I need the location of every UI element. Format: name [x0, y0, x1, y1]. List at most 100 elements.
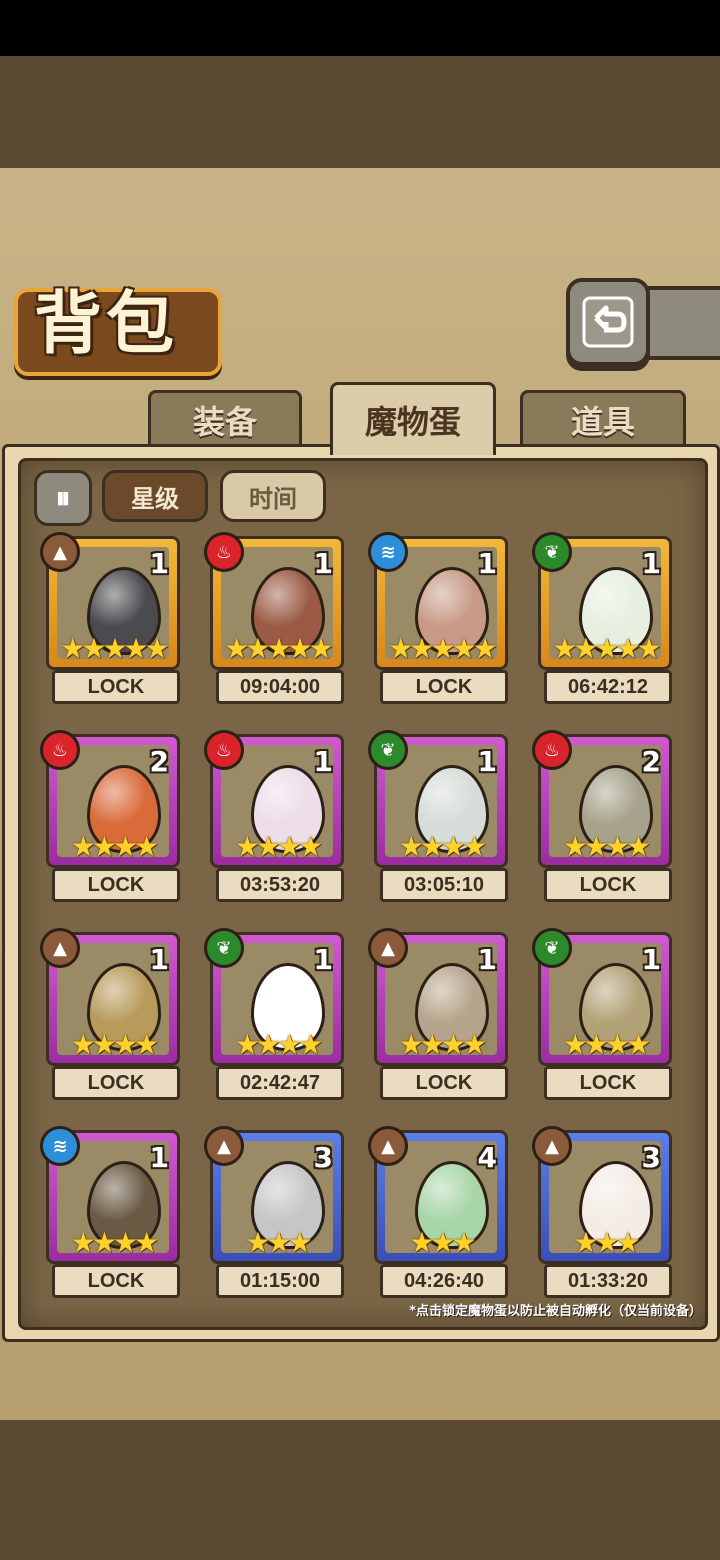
egg-card[interactable]: 1 ▲ ★★★★★ LOCK [40, 532, 180, 704]
egg-star-rating: ★★★ [245, 1226, 312, 1259]
egg-status-text: LOCK [415, 675, 473, 698]
leaf-icon: ❦ [368, 730, 408, 770]
egg-lock-or-timer[interactable]: LOCK [52, 1066, 180, 1100]
egg-star-rating: ★★★★ [70, 1226, 159, 1259]
egg-status-text: LOCK [579, 873, 637, 896]
egg-card[interactable]: 1 ❦ ★★★★★ 06:42:12 [532, 532, 672, 704]
egg-status-text: 04:26:40 [403, 1269, 485, 1292]
egg-count: 1 [149, 943, 169, 976]
egg-card[interactable]: 1 ❦ ★★★★ LOCK [532, 928, 672, 1100]
egg-star-rating: ★★★★ [562, 1028, 651, 1061]
sort-chip-time-label: 时间 [249, 484, 297, 513]
egg-lock-or-timer[interactable]: LOCK [380, 1066, 508, 1100]
egg-lock-or-timer[interactable]: LOCK [544, 1066, 672, 1100]
mountain-icon: ▲ [368, 928, 408, 968]
egg-status-text: LOCK [87, 1269, 145, 1292]
egg-lock-or-timer[interactable]: LOCK [52, 670, 180, 704]
egg-lock-or-timer[interactable]: 02:42:47 [216, 1066, 344, 1100]
mountain-icon: ▲ [40, 928, 80, 968]
egg-count: 2 [149, 745, 169, 778]
mountain-icon: ▲ [368, 1126, 408, 1166]
egg-card[interactable]: 1 ❦ ★★★★ 02:42:47 [204, 928, 344, 1100]
egg-lock-or-timer[interactable]: 09:04:00 [216, 670, 344, 704]
egg-card[interactable]: 4 ▲ ★★★ 04:26:40 [368, 1126, 508, 1298]
egg-count: 4 [477, 1141, 497, 1174]
sort-toggle-icon: ⏸ [55, 480, 71, 516]
leaf-icon: ❦ [532, 532, 572, 572]
egg-status-text: 03:05:10 [403, 873, 485, 896]
egg-star-rating: ★★★★ [398, 830, 487, 863]
sort-order-toggle[interactable]: ⏸ [34, 470, 92, 526]
egg-lock-or-timer[interactable]: LOCK [544, 868, 672, 902]
egg-lock-or-timer[interactable]: 03:05:10 [380, 868, 508, 902]
egg-lock-or-timer[interactable]: 06:42:12 [544, 670, 672, 704]
egg-star-rating: ★★★★★ [60, 632, 170, 665]
egg-card[interactable]: 1 ♨ ★★★★ 03:53:20 [204, 730, 344, 902]
egg-count: 1 [477, 547, 497, 580]
egg-star-rating: ★★★★★ [224, 632, 334, 665]
sort-chip-stars[interactable]: 星级 [102, 470, 208, 522]
tab-items[interactable]: 道具 [520, 390, 686, 447]
tab-equipment-label: 装备 [192, 403, 257, 441]
egg-lock-or-timer[interactable]: LOCK [52, 1264, 180, 1298]
wave-icon: ≋ [40, 1126, 80, 1166]
egg-status-text: LOCK [87, 1071, 145, 1094]
egg-star-rating: ★★★ [573, 1226, 640, 1259]
flame-icon: ♨ [40, 730, 80, 770]
egg-status-text: LOCK [87, 873, 145, 896]
egg-star-rating: ★★★★★ [552, 632, 662, 665]
egg-card[interactable]: 1 ▲ ★★★★ LOCK [368, 928, 508, 1100]
egg-status-text: 01:33:20 [567, 1269, 649, 1292]
sort-chip-time[interactable]: 时间 [220, 470, 326, 522]
egg-lock-or-timer[interactable]: LOCK [380, 670, 508, 704]
egg-status-text: 06:42:12 [567, 675, 649, 698]
egg-star-rating: ★★★★ [234, 830, 323, 863]
egg-count: 1 [313, 745, 333, 778]
egg-count: 1 [477, 745, 497, 778]
egg-count: 2 [641, 745, 661, 778]
egg-card[interactable]: 3 ▲ ★★★ 01:15:00 [204, 1126, 344, 1298]
egg-star-rating: ★★★★ [234, 1028, 323, 1061]
mountain-icon: ▲ [532, 1126, 572, 1166]
egg-count: 1 [313, 547, 333, 580]
egg-count: 1 [641, 943, 661, 976]
egg-star-rating: ★★★ [409, 1226, 476, 1259]
egg-count: 1 [149, 1141, 169, 1174]
egg-card[interactable]: 1 ▲ ★★★★ LOCK [40, 928, 180, 1100]
egg-lock-or-timer[interactable]: 04:26:40 [380, 1264, 508, 1298]
egg-status-text: LOCK [579, 1071, 637, 1094]
egg-card[interactable]: 1 ≋ ★★★★ LOCK [40, 1126, 180, 1298]
egg-card[interactable]: 3 ▲ ★★★ 01:33:20 [532, 1126, 672, 1298]
sort-chip-stars-label: 星级 [131, 484, 179, 513]
egg-card[interactable]: 2 ♨ ★★★★ LOCK [40, 730, 180, 902]
egg-card[interactable]: 1 ♨ ★★★★★ 09:04:00 [204, 532, 344, 704]
egg-status-text: 09:04:00 [239, 675, 321, 698]
tab-monster-eggs[interactable]: 魔物蛋 [330, 382, 496, 455]
flame-icon: ♨ [532, 730, 572, 770]
egg-lock-or-timer[interactable]: 03:53:20 [216, 868, 344, 902]
egg-star-rating: ★★★★★ [388, 632, 498, 665]
egg-star-rating: ★★★★ [70, 830, 159, 863]
egg-lock-or-timer[interactable]: 01:15:00 [216, 1264, 344, 1298]
status-bar [0, 0, 720, 56]
leaf-icon: ❦ [532, 928, 572, 968]
tab-items-label: 道具 [570, 403, 635, 441]
tab-equipment[interactable]: 装备 [148, 390, 302, 447]
mountain-icon: ▲ [204, 1126, 244, 1166]
egg-lock-or-timer[interactable]: 01:33:20 [544, 1264, 672, 1298]
egg-lock-or-timer[interactable]: LOCK [52, 868, 180, 902]
parchment-lower-band [0, 1340, 720, 1420]
egg-count: 1 [313, 943, 333, 976]
leaf-icon: ❦ [204, 928, 244, 968]
egg-star-rating: ★★★★ [398, 1028, 487, 1061]
back-button-tail [640, 286, 720, 360]
egg-card[interactable]: 1 ❦ ★★★★ 03:05:10 [368, 730, 508, 902]
egg-count: 3 [641, 1141, 661, 1174]
back-button[interactable] [566, 278, 650, 366]
flame-icon: ♨ [204, 730, 244, 770]
lock-hint-footnote: *点击锁定魔物蛋以防止被自动孵化（仅当前设备） [409, 1304, 702, 1319]
tab-monster-eggs-label: 魔物蛋 [364, 403, 461, 441]
egg-card[interactable]: 2 ♨ ★★★★ LOCK [532, 730, 672, 902]
egg-card[interactable]: 1 ≋ ★★★★★ LOCK [368, 532, 508, 704]
mountain-icon: ▲ [40, 532, 80, 572]
